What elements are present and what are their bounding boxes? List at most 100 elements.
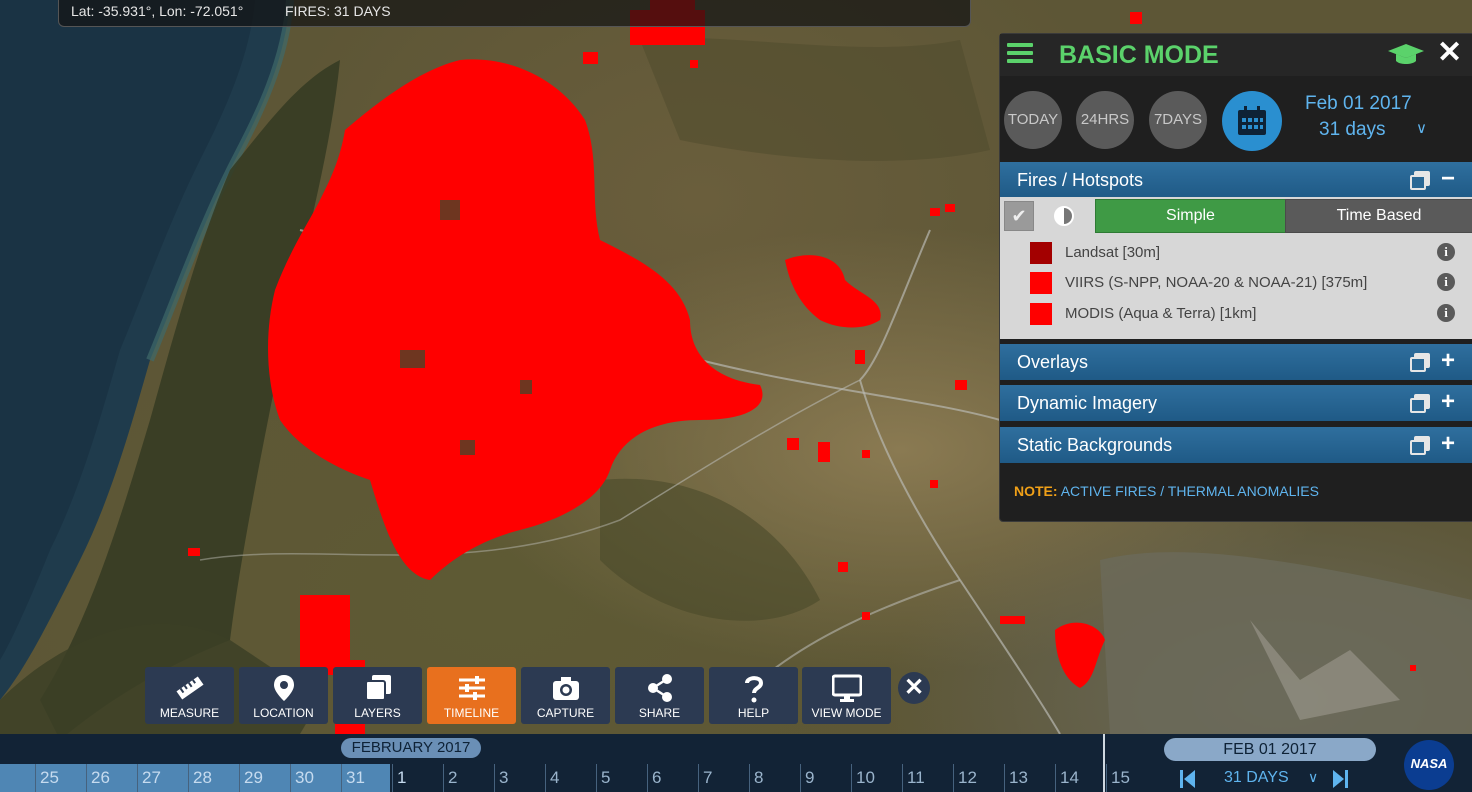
view-mode-button[interactable]: VIEW MODE	[802, 667, 891, 724]
timeline-day[interactable]: 12	[958, 768, 977, 788]
chevron-down-icon[interactable]: ∨	[1416, 119, 1427, 137]
timeline-tick	[188, 764, 189, 792]
info-icon[interactable]: i	[1437, 243, 1455, 261]
section-dynamic-imagery[interactable]: Dynamic Imagery +	[1000, 385, 1472, 421]
timeline-day[interactable]: 9	[805, 768, 814, 788]
share-icon	[648, 674, 672, 702]
legend-label: Landsat [30m]	[1065, 244, 1161, 261]
step-forward-icon[interactable]	[1333, 770, 1349, 788]
timeline-day[interactable]: 6	[652, 768, 661, 788]
timeline-day[interactable]: 3	[499, 768, 508, 788]
tool-label: LAYERS	[354, 706, 401, 720]
timeline[interactable]: FEBRUARY 2017 25 26 27 28 29 30 31 1 2 3 4 5 6 7 8 9 10 1…	[0, 734, 1472, 792]
legend-label: MODIS (Aqua & Terra) [1km]	[1065, 305, 1257, 322]
layer-visibility-checkbox[interactable]: ✔	[1004, 201, 1034, 231]
timeline-tick	[392, 764, 393, 792]
timeline-day[interactable]: 14	[1060, 768, 1079, 788]
timeline-day[interactable]: 26	[91, 768, 110, 788]
copy-icon[interactable]	[1410, 171, 1430, 190]
section-overlays[interactable]: Overlays +	[1000, 344, 1472, 380]
layer-note: NOTE: ACTIVE FIRES / THERMAL ANOMALIES	[1014, 483, 1319, 499]
timeline-day[interactable]: 28	[193, 768, 212, 788]
question-icon	[745, 676, 764, 703]
timeline-day[interactable]: 15	[1111, 768, 1130, 788]
tab-time-based[interactable]: Time Based	[1285, 199, 1472, 233]
legend-item-landsat: Landsat [30m] i	[1030, 242, 1472, 266]
timeline-day[interactable]: 27	[142, 768, 161, 788]
map-pin-icon	[274, 675, 294, 701]
24hrs-button[interactable]: 24HRS	[1076, 91, 1134, 149]
layer-panel: BASIC MODE ✕ TODAY 24HRS 7DAYS Feb 01 20…	[999, 33, 1472, 522]
tool-label: CAPTURE	[536, 706, 595, 720]
timeline-day[interactable]: 11	[907, 768, 925, 788]
legend-item-viirs: VIIRS (S-NPP, NOAA-20 & NOAA-21) [375m] …	[1030, 272, 1472, 296]
timeline-tick	[800, 764, 801, 792]
mode-title: BASIC MODE	[1059, 41, 1219, 69]
close-panel-button[interactable]: ✕	[1437, 37, 1462, 69]
expand-icon[interactable]: +	[1441, 347, 1455, 375]
panel-header: BASIC MODE ✕	[1000, 34, 1472, 76]
tool-label: VIEW MODE	[811, 706, 882, 720]
timeline-day[interactable]: 1	[397, 768, 406, 788]
timeline-tick	[953, 764, 954, 792]
note-value[interactable]: ACTIVE FIRES / THERMAL ANOMALIES	[1061, 483, 1319, 499]
measure-button[interactable]: MEASURE	[145, 667, 234, 724]
layers-button[interactable]: LAYERS	[333, 667, 422, 724]
section-static-backgrounds[interactable]: Static Backgrounds +	[1000, 427, 1472, 463]
timeline-tick	[1004, 764, 1005, 792]
location-button[interactable]: LOCATION	[239, 667, 328, 724]
7days-button[interactable]: 7DAYS	[1149, 91, 1207, 149]
timeline-day[interactable]: 31	[346, 768, 365, 788]
expand-icon[interactable]: +	[1441, 430, 1455, 458]
timeline-button[interactable]: TIMELINE	[427, 667, 516, 724]
help-button[interactable]: HELP	[709, 667, 798, 724]
copy-icon[interactable]	[1410, 436, 1430, 455]
copy-icon[interactable]	[1410, 353, 1430, 372]
timeline-day[interactable]: 5	[601, 768, 610, 788]
share-button[interactable]: SHARE	[615, 667, 704, 724]
capture-button[interactable]: CAPTURE	[521, 667, 610, 724]
today-button[interactable]: TODAY	[1004, 91, 1062, 149]
info-icon[interactable]: i	[1437, 304, 1455, 322]
timeline-day[interactable]: 29	[244, 768, 263, 788]
timeline-day[interactable]: 7	[703, 768, 712, 788]
legend-swatch	[1030, 242, 1052, 264]
step-back-icon[interactable]	[1180, 770, 1196, 788]
nasa-logo[interactable]: NASA	[1404, 740, 1454, 790]
timeline-day[interactable]: 8	[754, 768, 763, 788]
graduation-cap-icon[interactable]	[1388, 44, 1424, 66]
tool-label: MEASURE	[159, 706, 220, 720]
section-fires-hotspots[interactable]: Fires / Hotspots −	[1000, 162, 1472, 198]
close-toolbar-button[interactable]: ✕	[898, 672, 930, 704]
selected-range[interactable]: 31 days	[1319, 119, 1386, 141]
tab-simple[interactable]: Simple	[1095, 199, 1286, 233]
timeline-tick	[86, 764, 87, 792]
timeline-day[interactable]: 30	[295, 768, 314, 788]
timeline-tick	[1106, 764, 1107, 792]
monitor-icon	[832, 674, 862, 702]
timeline-tick	[290, 764, 291, 792]
camera-icon	[553, 677, 579, 700]
timeline-tick	[1055, 764, 1056, 792]
selected-date[interactable]: Feb 01 2017	[1305, 93, 1412, 115]
info-icon[interactable]: i	[1437, 273, 1455, 291]
timeline-day[interactable]: 10	[856, 768, 875, 788]
fires-range-readout: FIRES: 31 DAYS	[285, 3, 391, 19]
contrast-icon[interactable]	[1054, 206, 1074, 226]
legend-item-modis: MODIS (Aqua & Terra) [1km] i	[1030, 303, 1472, 327]
hamburger-icon[interactable]	[1007, 43, 1033, 67]
collapse-icon[interactable]: −	[1441, 165, 1455, 193]
timeline-tick	[596, 764, 597, 792]
timeline-current-date[interactable]: FEB 01 2017	[1164, 738, 1376, 761]
timeline-day[interactable]: 2	[448, 768, 457, 788]
chevron-down-icon[interactable]: ∨	[1308, 769, 1318, 786]
timeline-tick	[902, 764, 903, 792]
copy-icon[interactable]	[1410, 394, 1430, 413]
timeline-day[interactable]: 25	[40, 768, 59, 788]
timeline-day[interactable]: 4	[550, 768, 559, 788]
expand-icon[interactable]: +	[1441, 388, 1455, 416]
tool-label: SHARE	[638, 706, 681, 720]
timeline-range-select[interactable]: 31 DAYS	[1224, 769, 1289, 787]
timeline-day[interactable]: 13	[1009, 768, 1028, 788]
calendar-button[interactable]	[1222, 91, 1282, 151]
